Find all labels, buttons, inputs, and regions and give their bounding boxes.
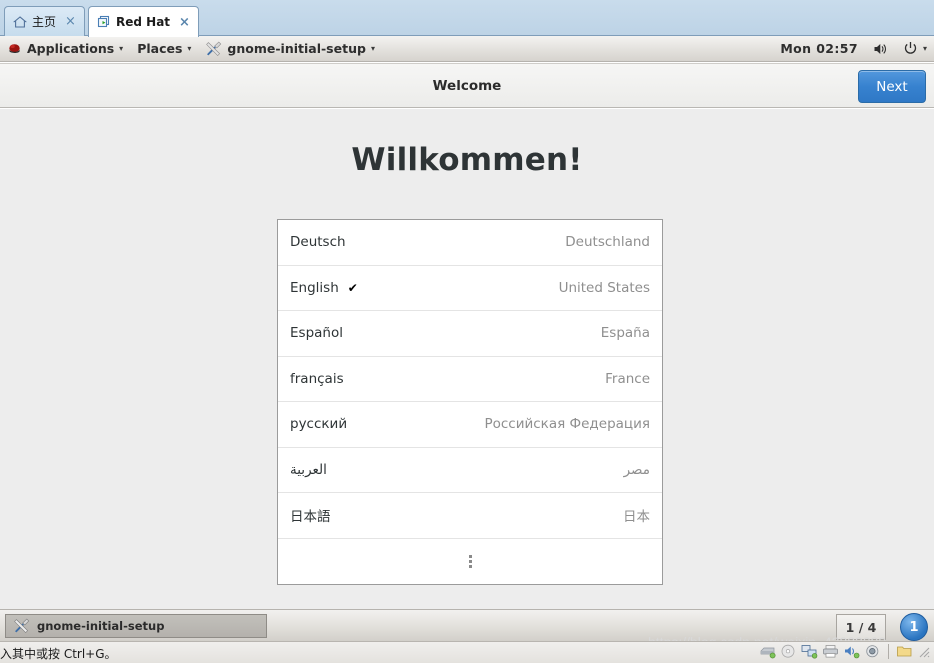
list-item[interactable]: Español España (278, 311, 662, 357)
list-item[interactable]: 日本語 日本 (278, 493, 662, 539)
vmware-tab-home-label: 主页 (32, 15, 57, 29)
tray-separator (888, 644, 889, 659)
redhat-shadowman-icon (7, 42, 22, 56)
more-vertical-icon (468, 554, 472, 568)
panel-clock[interactable]: Mon 02:57 (772, 41, 866, 56)
language-country: مصر (623, 461, 650, 478)
menu-applications[interactable]: Applications ▾ (0, 36, 130, 62)
language-name: 日本語 (290, 509, 331, 526)
list-item[interactable]: français France (278, 357, 662, 402)
language-name: English (290, 279, 339, 296)
harddisk-icon[interactable] (759, 644, 776, 659)
vmware-tab-redhat[interactable]: Red Hat × (88, 6, 199, 37)
screen: 主页 × Red Hat × Applications ▾ Places ▾ g… (0, 0, 934, 663)
vm-icon (97, 15, 111, 29)
tools-icon (13, 618, 30, 634)
volume-icon (873, 42, 889, 56)
tools-icon (205, 41, 222, 57)
network-icon[interactable] (801, 644, 818, 659)
list-item[interactable]: English ✔ United States (278, 266, 662, 311)
language-country: United States (558, 279, 650, 296)
sound-icon[interactable] (843, 644, 860, 659)
vmware-tab-bar: 主页 × Red Hat × (0, 0, 934, 37)
volume-button[interactable] (866, 36, 896, 62)
list-item[interactable]: русский Российская Федерация (278, 402, 662, 448)
menu-places-label: Places (137, 41, 183, 56)
list-item[interactable]: العربية مصر (278, 448, 662, 493)
welcome-content: Willkommen! Deutsch Deutschland English … (0, 109, 934, 609)
workspace-badge[interactable]: 1 (900, 613, 928, 641)
taskbar-window-gnome-initial-setup[interactable]: gnome-initial-setup (5, 614, 267, 638)
vmware-tab-redhat-label: Red Hat (116, 15, 171, 29)
chevron-down-icon: ▾ (370, 44, 375, 53)
window-menu-label: gnome-initial-setup (227, 41, 366, 56)
language-name: русский (290, 416, 348, 433)
language-name: Deutsch (290, 234, 346, 251)
vmware-status-bar: 指针移入其中或按 Ctrl+G。 (0, 641, 934, 663)
vmware-tab-redhat-close-icon[interactable]: × (179, 15, 190, 30)
home-icon (12, 15, 28, 29)
camera-icon[interactable] (864, 644, 881, 659)
language-country: France (605, 370, 650, 387)
page-title: Welcome (432, 78, 502, 94)
gnome-bottom-panel: gnome-initial-setup 1 / 4 1 (0, 609, 934, 641)
chevron-down-icon: ▾ (119, 44, 124, 53)
printer-icon[interactable] (822, 644, 839, 659)
folder-icon[interactable] (896, 644, 913, 659)
taskbar-window-label: gnome-initial-setup (37, 619, 165, 633)
vmware-tab-home-close-icon[interactable]: × (65, 14, 76, 29)
language-name: français (290, 370, 344, 387)
system-menu-button[interactable]: ▾ (896, 36, 934, 62)
language-country: 日本 (623, 509, 650, 526)
vmware-device-tray (759, 644, 930, 659)
list-item[interactable]: Deutsch Deutschland (278, 220, 662, 266)
language-country: España (600, 325, 650, 342)
power-icon (903, 41, 918, 56)
next-button[interactable]: Next (858, 70, 926, 103)
check-icon: ✔ (347, 280, 358, 295)
language-name: العربية (290, 461, 327, 478)
app-header-bar: Welcome Next (0, 63, 934, 108)
welcome-heading: Willkommen! (351, 142, 583, 178)
menu-applications-label: Applications (27, 41, 115, 56)
vmware-tab-home[interactable]: 主页 × (4, 6, 85, 36)
resize-grip-icon[interactable] (917, 645, 930, 658)
chevron-down-icon: ▾ (187, 44, 192, 53)
language-country: Deutschland (565, 234, 650, 251)
workspace-page-indicator[interactable]: 1 / 4 (836, 614, 886, 640)
chevron-down-icon: ▾ (922, 44, 927, 53)
language-country: Российская Федерация (484, 416, 650, 433)
language-name: Español (290, 325, 343, 342)
gnome-top-panel: Applications ▾ Places ▾ gnome-initial-se… (0, 36, 934, 62)
show-more-languages-row[interactable] (278, 539, 662, 584)
vmware-status-hint: 指针移入其中或按 Ctrl+G。 (0, 647, 117, 661)
window-menu-gnome-initial-setup[interactable]: gnome-initial-setup ▾ (198, 36, 382, 62)
menu-places[interactable]: Places ▾ (130, 36, 198, 62)
language-list: Deutsch Deutschland English ✔ United Sta… (277, 219, 663, 585)
cdrom-icon[interactable] (780, 644, 797, 659)
